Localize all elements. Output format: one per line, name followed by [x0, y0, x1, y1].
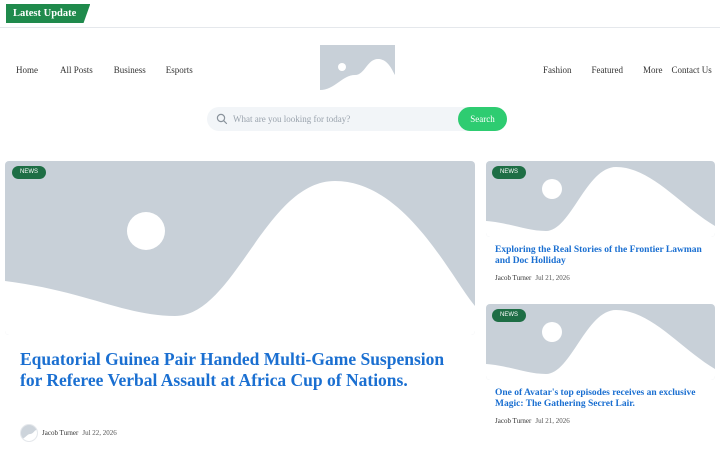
side-story-1-author[interactable]: Jacob Turner	[495, 274, 531, 282]
featured-date: Jul 22, 2026	[82, 429, 117, 437]
nav-item-contact-us[interactable]: Contact Us	[672, 65, 712, 75]
side-story-2-title[interactable]: One of Avatar's top episodes receives an…	[495, 388, 710, 410]
nav-item-esports[interactable]: Esports	[166, 65, 193, 75]
search-bar: Search	[207, 107, 507, 131]
avatar-placeholder-icon	[21, 429, 37, 441]
nav-right: Fashion Featured More Contact Us	[543, 65, 712, 75]
side-story-1-news-badge[interactable]: NEWS	[492, 166, 526, 179]
nav-item-business[interactable]: Business	[114, 65, 146, 75]
side-story-2-author[interactable]: Jacob Turner	[495, 417, 531, 425]
featured-headline[interactable]: Equatorial Guinea Pair Handed Multi-Game…	[20, 349, 460, 391]
avatar[interactable]	[20, 424, 38, 442]
side-story-2-date: Jul 21, 2026	[535, 417, 570, 425]
featured-meta: Jacob Turner Jul 22, 2026	[20, 424, 117, 442]
search-input[interactable]	[233, 109, 453, 129]
side-story-1-date: Jul 21, 2026	[535, 274, 570, 282]
side-story-1-title[interactable]: Exploring the Real Stories of the Fronti…	[495, 245, 710, 267]
latest-update-badge[interactable]: Latest Update	[6, 4, 91, 23]
site-logo[interactable]	[320, 45, 395, 95]
top-bar: Latest Update	[0, 0, 720, 28]
side-story-1-meta: Jacob Turner Jul 21, 2026	[495, 274, 570, 282]
featured-news-badge[interactable]: NEWS	[12, 166, 46, 179]
nav-item-featured[interactable]: Featured	[592, 65, 624, 75]
logo-placeholder-icon	[320, 45, 395, 95]
nav-item-all-posts[interactable]: All Posts	[60, 65, 93, 75]
search-button[interactable]: Search	[458, 107, 507, 131]
nav-item-fashion[interactable]: Fashion	[543, 65, 572, 75]
nav-left: Home All Posts Business Esports	[16, 65, 193, 75]
featured-author[interactable]: Jacob Turner	[42, 429, 78, 437]
nav-item-home[interactable]: Home	[16, 65, 38, 75]
nav-item-more[interactable]: More	[643, 65, 663, 75]
image-placeholder-icon	[5, 181, 475, 335]
featured-image[interactable]	[5, 161, 475, 335]
side-story-2-news-badge[interactable]: NEWS	[492, 309, 526, 322]
search-icon	[216, 113, 228, 125]
side-story-2-meta: Jacob Turner Jul 21, 2026	[495, 417, 570, 425]
